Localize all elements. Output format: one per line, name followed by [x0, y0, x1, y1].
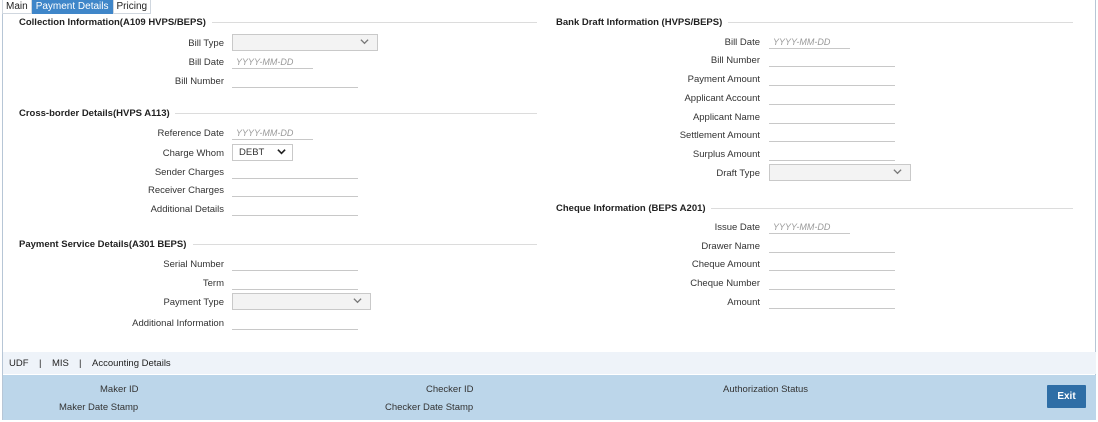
tab-main[interactable]: Main: [2, 0, 32, 14]
tab-bar: Main Payment Details Pricing: [2, 0, 152, 14]
cheque-amount-label: Cheque Amount: [691, 259, 760, 270]
draft-type-select[interactable]: [769, 164, 911, 181]
section-divider: [212, 22, 537, 23]
payment-type-label: Payment Type: [163, 297, 224, 308]
bill-date-input[interactable]: YYYY-MM-DD: [232, 55, 313, 69]
maker-date-stamp-label: Maker Date Stamp: [59, 402, 139, 413]
receiver-charges-label: Receiver Charges: [147, 185, 224, 196]
draft-bill-number-label: Bill Number: [710, 55, 760, 66]
chevron-down-icon: [353, 298, 362, 304]
drawer-name-label: Drawer Name: [701, 241, 760, 252]
additional-details-input[interactable]: [232, 202, 358, 216]
term-label: Term: [202, 278, 224, 289]
chevron-down-icon: [360, 39, 369, 45]
section-divider: [175, 113, 537, 114]
reference-date-label: Reference Date: [157, 128, 224, 139]
settlement-amount-input[interactable]: [769, 128, 895, 142]
chevron-down-icon: [277, 149, 286, 155]
charge-whom-value: DEBT: [239, 147, 265, 158]
sender-charges-input[interactable]: [232, 165, 358, 179]
bill-date-label: Bill Date: [188, 57, 224, 68]
term-input[interactable]: [232, 276, 358, 290]
cheque-section-title: Cheque Information (BEPS A201): [556, 203, 706, 214]
reference-date-input[interactable]: YYYY-MM-DD: [232, 126, 313, 140]
link-separator: |: [79, 358, 82, 369]
charge-whom-label: Charge Whom: [162, 148, 224, 159]
applicant-account-label: Applicant Account: [684, 93, 760, 104]
section-divider: [728, 22, 1073, 23]
footer-links-bar: UDF | MIS | Accounting Details: [3, 352, 1096, 374]
bill-number-label: Bill Number: [174, 76, 224, 87]
cheque-amount-input[interactable]: [769, 257, 895, 271]
cheque-number-label: Cheque Number: [690, 278, 760, 289]
additional-information-label: Additional Information: [132, 318, 224, 329]
payment-amount-input[interactable]: [769, 72, 895, 86]
applicant-account-input[interactable]: [769, 91, 895, 105]
udf-link[interactable]: UDF: [9, 358, 29, 369]
authorization-status-label: Authorization Status: [723, 384, 809, 395]
accounting-details-link[interactable]: Accounting Details: [92, 358, 171, 369]
audit-footer: Maker ID Maker Date Stamp Checker ID Che…: [3, 375, 1096, 420]
draft-bill-number-input[interactable]: [769, 53, 895, 67]
serial-number-input[interactable]: [232, 257, 358, 271]
bill-type-label: Bill Type: [188, 38, 224, 49]
charge-whom-select[interactable]: DEBT: [232, 144, 293, 161]
exit-button[interactable]: Exit: [1047, 385, 1086, 408]
draft-bill-date-input[interactable]: YYYY-MM-DD: [769, 35, 850, 49]
link-separator: |: [39, 358, 42, 369]
chevron-down-icon: [893, 169, 902, 175]
section-divider: [193, 244, 537, 245]
serial-number-label: Serial Number: [163, 259, 224, 270]
settlement-amount-label: Settlement Amount: [679, 130, 760, 141]
applicant-name-label: Applicant Name: [692, 112, 760, 123]
surplus-amount-label: Surplus Amount: [692, 149, 760, 160]
receiver-charges-input[interactable]: [232, 183, 358, 197]
payment-type-select[interactable]: [232, 293, 371, 310]
applicant-name-input[interactable]: [769, 110, 895, 124]
bill-number-input[interactable]: [232, 74, 358, 88]
issue-date-label: Issue Date: [714, 222, 760, 233]
sender-charges-label: Sender Charges: [154, 167, 224, 178]
collection-section-title: Collection Information(A109 HVPS/BEPS): [19, 17, 206, 28]
section-divider: [711, 208, 1073, 209]
maker-id-label: Maker ID: [100, 384, 139, 395]
bank-draft-section-title: Bank Draft Information (HVPS/BEPS): [556, 17, 723, 28]
draft-type-label: Draft Type: [716, 168, 760, 179]
checker-date-stamp-label: Checker Date Stamp: [385, 402, 474, 413]
tab-pricing[interactable]: Pricing: [112, 0, 152, 14]
payment-service-section-title: Payment Service Details(A301 BEPS): [19, 239, 187, 250]
amount-label: Amount: [727, 297, 760, 308]
bill-type-select[interactable]: [232, 34, 378, 51]
tab-payment-details[interactable]: Payment Details: [31, 0, 113, 14]
drawer-name-input[interactable]: [769, 239, 895, 253]
payment-amount-label: Payment Amount: [687, 74, 760, 85]
draft-bill-date-label: Bill Date: [724, 37, 760, 48]
checker-id-label: Checker ID: [426, 384, 474, 395]
additional-details-label: Additional Details: [150, 204, 224, 215]
cheque-number-input[interactable]: [769, 276, 895, 290]
issue-date-input[interactable]: YYYY-MM-DD: [769, 220, 850, 234]
mis-link[interactable]: MIS: [52, 358, 69, 369]
additional-information-input[interactable]: [232, 316, 358, 330]
amount-input[interactable]: [769, 295, 895, 309]
surplus-amount-input[interactable]: [769, 147, 895, 161]
crossborder-section-title: Cross-border Details(HVPS A113): [19, 108, 170, 119]
